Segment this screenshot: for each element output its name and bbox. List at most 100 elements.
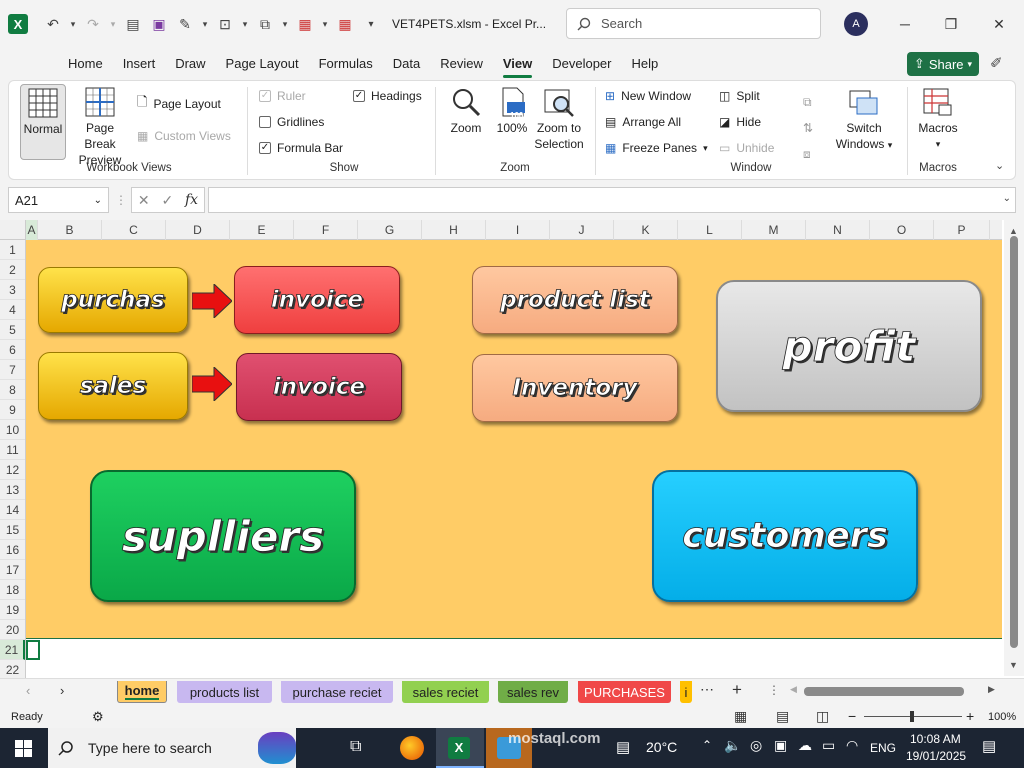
invoice-sales-button[interactable]: invoice [236,353,402,421]
purchas-button[interactable]: purchas [38,267,188,333]
more-sheets-icon[interactable]: ⋯ [700,681,714,698]
row-header-5[interactable]: 5 [0,320,25,340]
window-dropdown-icon[interactable]: ▾ [278,11,292,37]
comments-icon[interactable]: ✐ [990,54,1003,72]
column-header-p[interactable]: P [934,220,990,240]
new-window-button[interactable]: ⊞ New Window [605,85,691,107]
scroll-left-icon[interactable]: ◀ [790,684,797,695]
new-sheet-icon[interactable]: + [732,680,742,700]
row-header-22[interactable]: 22 [0,660,25,680]
formula-bar-checkbox[interactable]: ✓ Formula Bar [259,137,343,159]
row-header-18[interactable]: 18 [0,580,25,600]
row-header-15[interactable]: 15 [0,520,25,540]
tab-page-layout[interactable]: Page Layout [216,50,309,78]
search-box[interactable]: Search [566,8,821,39]
calendar-dropdown-icon[interactable]: ▾ [318,11,332,37]
minimize-icon[interactable]: ─ [890,12,920,36]
zoom-button[interactable]: Zoom [447,87,485,136]
language-indicator[interactable]: ENG [870,741,896,755]
scroll-tabs-left-icon[interactable]: ‹ [26,683,30,698]
unhide-button[interactable]: ▭ Unhide [719,137,774,159]
zoom-in-icon[interactable]: + [966,708,974,724]
scroll-right-icon[interactable]: ▶ [988,684,995,695]
column-header-c[interactable]: C [102,220,166,240]
sheet-tab-purchase-reciet[interactable]: purchase reciet [281,681,393,703]
collapse-ribbon-icon[interactable]: ⌄ [995,159,1004,172]
battery-icon[interactable]: ▭ [822,737,835,754]
show-hidden-icons-icon[interactable]: ⌃ [702,738,712,752]
headings-checkbox[interactable]: ✓ Headings [353,85,422,107]
weather-temperature[interactable]: 20°C [646,739,677,755]
tab-help[interactable]: Help [622,50,669,78]
column-header-m[interactable]: M [742,220,806,240]
scroll-tabs-right-icon[interactable]: › [60,683,64,698]
volume-icon[interactable]: 🔈 [724,737,741,754]
close-icon[interactable]: ✕ [984,12,1014,36]
splitter-icon[interactable]: ⋮ [768,683,780,697]
cancel-icon[interactable]: ✕ [138,192,150,209]
column-header-i[interactable]: I [486,220,550,240]
clock-date[interactable]: 19/01/2025 [906,749,966,763]
row-header-10[interactable]: 10 [0,420,25,440]
inventory-button[interactable]: Inventory [472,354,678,422]
calendar-icon[interactable]: ▦ [292,11,318,37]
row-header-20[interactable]: 20 [0,620,25,640]
windows-start-icon[interactable] [15,740,32,757]
ruler-checkbox[interactable]: ✓ Ruler [259,85,306,107]
scroll-up-icon[interactable]: ▲ [1009,226,1018,236]
row-header-11[interactable]: 11 [0,440,25,460]
camera-dropdown-icon[interactable]: ▾ [238,11,252,37]
sheet-tab-sales-rev[interactable]: sales rev [498,681,568,703]
product-list-button[interactable]: product list [472,266,678,334]
page-break-status-icon[interactable]: ◫ [816,708,829,725]
scroll-down-icon[interactable]: ▼ [1009,660,1018,670]
gridlines-checkbox[interactable]: Gridlines [259,111,324,133]
camera-icon[interactable]: ▣ [774,737,787,754]
form-icon[interactable]: ▤ [120,11,146,37]
wifi-icon[interactable]: ◠ [846,737,858,754]
undo-dropdown-icon[interactable]: ▾ [66,11,80,37]
excel-taskbar-button[interactable]: X [436,728,484,768]
row-header-14[interactable]: 14 [0,500,25,520]
sheet-tab-home[interactable]: home [117,681,167,703]
row-header-21[interactable]: 21 [0,640,25,660]
zoom-to-selection-button[interactable]: Zoom to Selection [531,87,587,152]
normal-view-status-icon[interactable]: ▦ [734,708,747,725]
undo-icon[interactable]: ↶ [40,11,66,37]
tab-draw[interactable]: Draw [165,50,215,78]
column-header-b[interactable]: B [38,220,102,240]
accessibility-icon[interactable]: ⚙ [92,709,104,725]
row-header-9[interactable]: 9 [0,400,25,420]
tab-developer[interactable]: Developer [542,50,621,78]
camera-icon[interactable]: ⊡ [212,11,238,37]
column-header-f[interactable]: F [294,220,358,240]
name-box[interactable]: A21 ⌄ [8,187,109,213]
invoice-purchase-button[interactable]: invoice [234,266,400,334]
row-header-16[interactable]: 16 [0,540,25,560]
column-header-d[interactable]: D [166,220,230,240]
zoom-slider-thumb[interactable] [910,711,914,722]
arrange-all-button[interactable]: ▤ Arrange All [605,111,681,133]
profit-button[interactable]: profit [716,280,982,412]
format-painter-icon[interactable]: ✎ [172,11,198,37]
row-header-19[interactable]: 19 [0,600,25,620]
hide-button[interactable]: ◪ Hide [719,111,761,133]
row-header-8[interactable]: 8 [0,380,25,400]
zoom-out-icon[interactable]: − [848,708,856,724]
switch-windows-button[interactable]: Switch Windows ▾ [833,87,895,153]
column-header-e[interactable]: E [230,220,294,240]
sheet-tab-partial[interactable]: i [680,681,692,703]
share-button[interactable]: ⇪ Share ▾ [907,52,979,76]
split-button[interactable]: ◫ Split [719,85,760,107]
column-header-k[interactable]: K [614,220,678,240]
firefox-icon[interactable] [400,736,424,760]
weather-icon[interactable]: ▤ [616,738,630,756]
row-header-4[interactable]: 4 [0,300,25,320]
redo-icon[interactable]: ↷ [80,11,106,37]
page-break-preview-button[interactable]: Page Break Preview [69,87,131,168]
row-header-17[interactable]: 17 [0,560,25,580]
customers-button[interactable]: customers [652,470,918,602]
enter-icon[interactable]: ✓ [161,192,173,209]
row-header-1[interactable]: 1 [0,240,25,260]
suppliers-button[interactable]: suplliers [90,470,356,602]
